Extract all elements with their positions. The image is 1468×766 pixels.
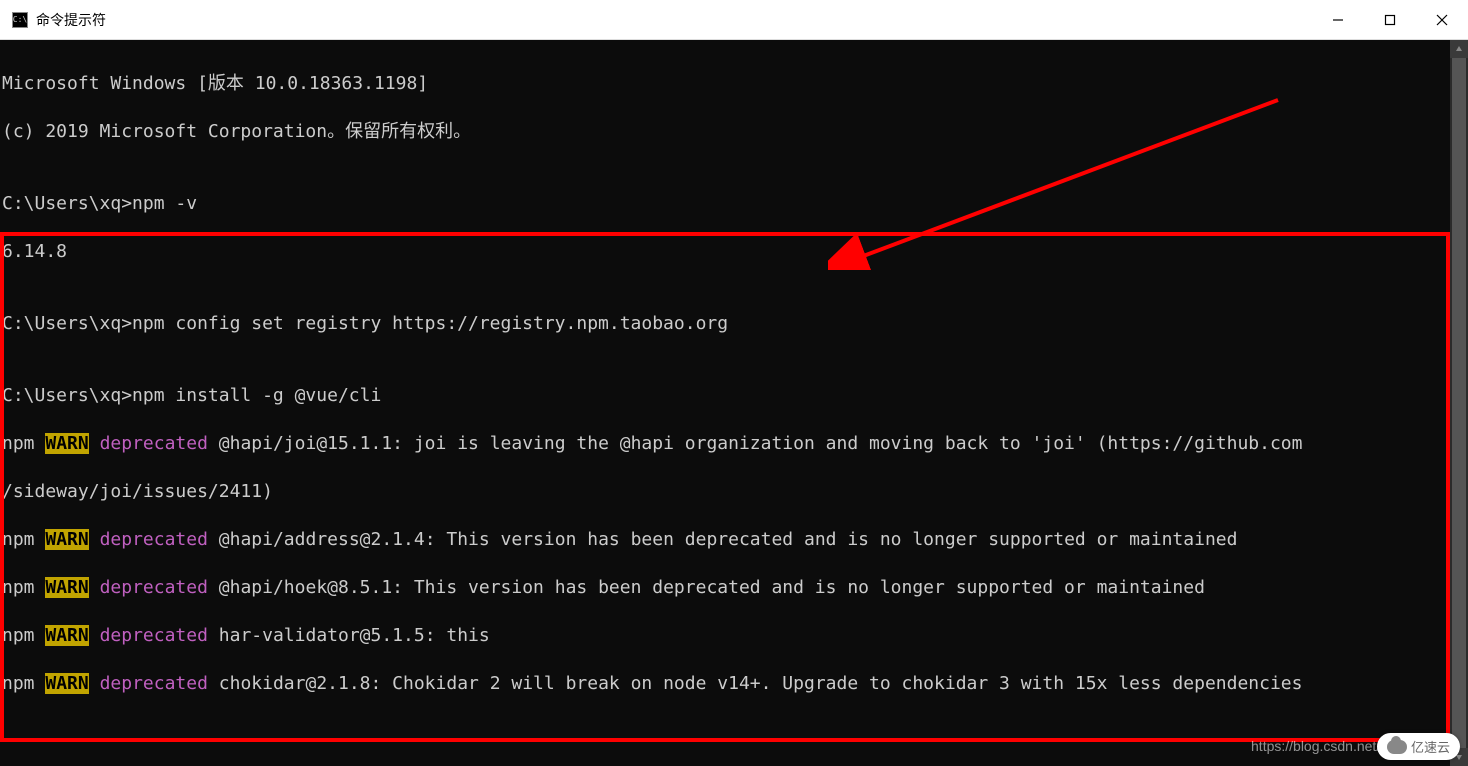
logo-label: 亿速云 [1411,737,1450,756]
deprecated-label: deprecated [100,529,208,550]
maximize-button[interactable] [1364,0,1416,40]
logo-badge: 亿速云 [1377,733,1460,760]
window-title: 命令提示符 [36,10,106,30]
terminal-line [2,720,1450,744]
vertical-scrollbar[interactable] [1450,40,1468,766]
warn-badge: WARN [45,529,88,550]
terminal-output[interactable]: Microsoft Windows [版本 10.0.18363.1198] (… [0,40,1450,766]
cloud-icon [1387,740,1407,754]
scroll-thumb[interactable] [1452,58,1466,748]
deprecated-label: deprecated [100,433,208,454]
terminal-line: C:\Users\xq>npm -v [2,192,1450,216]
npm-warn-line: npm WARN deprecated @hapi/hoek@8.5.1: Th… [2,576,1450,600]
terminal-line: 6.14.8 [2,240,1450,264]
terminal-line: (c) 2019 Microsoft Corporation。保留所有权利。 [2,120,1450,144]
deprecated-label: deprecated [100,673,208,694]
npm-warn-line: npm WARN deprecated chokidar@2.1.8: Chok… [2,672,1450,696]
minimize-button[interactable] [1312,0,1364,40]
window-titlebar: C:\ 命令提示符 [0,0,1468,40]
warn-badge: WARN [45,625,88,646]
deprecated-label: deprecated [100,625,208,646]
terminal-line: Microsoft Windows [版本 10.0.18363.1198] [2,72,1450,96]
watermark-text: https://blog.csdn.net/q [1251,738,1388,754]
terminal-line: /sideway/joi/issues/2411) [2,480,1450,504]
close-button[interactable] [1416,0,1468,40]
terminal-line: C:\Users\xq>npm config set registry http… [2,312,1450,336]
npm-warn-line: npm WARN deprecated har-validator@5.1.5:… [2,624,1450,648]
warn-badge: WARN [45,577,88,598]
terminal-area[interactable]: Microsoft Windows [版本 10.0.18363.1198] (… [0,40,1468,766]
warn-badge: WARN [45,673,88,694]
scroll-track[interactable] [1450,58,1468,748]
deprecated-label: deprecated [100,577,208,598]
npm-warn-line: npm WARN deprecated @hapi/address@2.1.4:… [2,528,1450,552]
terminal-line: C:\Users\xq>npm install -g @vue/cli [2,384,1450,408]
cmd-icon: C:\ [12,12,28,28]
warn-badge: WARN [45,433,88,454]
npm-warn-line: npm WARN deprecated @hapi/joi@15.1.1: jo… [2,432,1450,456]
scroll-up-button[interactable] [1450,40,1468,58]
